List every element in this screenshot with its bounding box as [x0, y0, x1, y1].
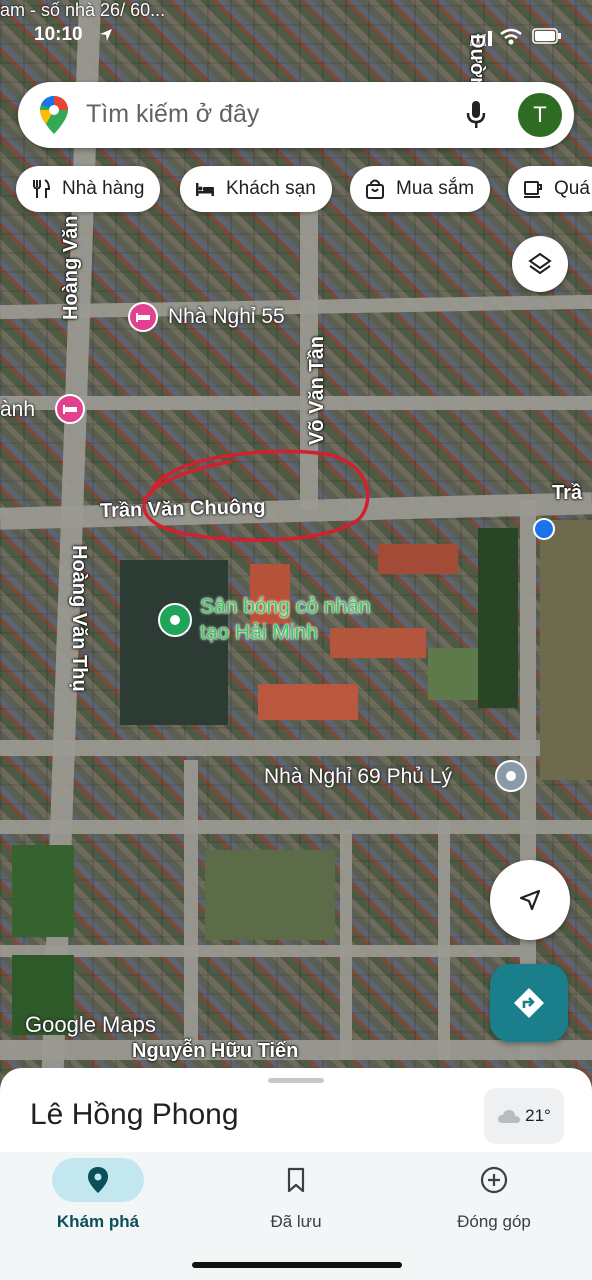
- layers-button[interactable]: [512, 236, 568, 292]
- bookmark-icon: [287, 1167, 305, 1193]
- place-pin-icon[interactable]: [495, 760, 527, 792]
- directions-icon: [514, 988, 544, 1018]
- google-maps-logo-icon: [40, 96, 68, 139]
- layers-icon: [528, 252, 552, 275]
- bottom-nav: Khám phá Đã lưu Đóng góp: [0, 1152, 592, 1280]
- google-maps-watermark: Google Maps: [25, 1012, 156, 1037]
- battery-icon: [532, 28, 562, 49]
- sheet-handle[interactable]: [268, 1078, 324, 1083]
- status-top-text: am - số nhà 26/ 60...: [0, 0, 166, 20]
- road-label-vo-van-tan: Võ Văn Tần: [306, 336, 328, 445]
- search-bar[interactable]: Tìm kiếm ở đây T: [18, 82, 574, 148]
- nav-pill: [448, 1158, 540, 1202]
- road-label-tran-right: Trầ: [552, 482, 583, 504]
- home-indicator[interactable]: [192, 1262, 402, 1268]
- hotel-pin-icon[interactable]: [55, 394, 85, 424]
- wifi-icon: [500, 28, 522, 51]
- place-label-san-bong[interactable]: Sân bóng cỏ nhân tạo Hải Minh: [200, 594, 370, 646]
- chip-hotels[interactable]: Khách sạn: [180, 166, 332, 212]
- add-circle-icon: [480, 1166, 508, 1194]
- chip-label: Khách sạn: [226, 178, 316, 199]
- chip-shopping[interactable]: Mua sắm: [350, 166, 491, 212]
- nav-explore[interactable]: Khám phá: [18, 1152, 178, 1252]
- cloud-icon: [498, 1110, 521, 1123]
- chip-restaurants[interactable]: Nhà hàng: [16, 166, 161, 212]
- cafe-icon: [524, 181, 542, 198]
- hotel-pin-icon[interactable]: [128, 302, 158, 332]
- road-label-hoang-van-thu-top: Hoàng Văn: [60, 215, 82, 320]
- chip-label: Quá: [554, 178, 590, 199]
- avatar[interactable]: T: [518, 93, 562, 137]
- nav-saved[interactable]: Đã lưu: [216, 1152, 376, 1252]
- chip-label: Nhà hàng: [62, 178, 145, 199]
- weather-badge[interactable]: 21°: [484, 1088, 564, 1144]
- place-label-nha-nghi-69[interactable]: Nhà Nghỉ 69 Phủ Lý: [264, 765, 452, 789]
- road-label-hoang-van-thu: Hoàng Văn Thụ: [68, 545, 90, 692]
- status-time: 10:10: [34, 24, 83, 45]
- hotel-icon: [196, 183, 214, 196]
- nav-pill: [250, 1158, 342, 1202]
- microphone-icon[interactable]: [466, 100, 486, 135]
- location-arrow-icon: [98, 27, 114, 48]
- explore-pin-icon: [88, 1167, 108, 1193]
- park-pin-icon[interactable]: [158, 603, 192, 637]
- nav-label: Khám phá: [56, 1212, 140, 1231]
- nav-active-pill: [52, 1158, 144, 1202]
- restaurant-icon: [33, 179, 51, 198]
- navigation-arrow-icon: [519, 889, 541, 911]
- red-circle-annotation: [142, 449, 370, 542]
- my-location-button[interactable]: [490, 860, 570, 940]
- shopping-bag-icon: [366, 179, 384, 199]
- chip-label: Mua sắm: [396, 178, 475, 199]
- chip-cafes[interactable]: Quá: [508, 166, 592, 212]
- directions-button[interactable]: [490, 964, 568, 1042]
- place-label-nha-nghi-55[interactable]: Nhà Nghỉ 55: [168, 305, 285, 329]
- place-label-anh[interactable]: ành: [0, 398, 35, 422]
- search-input[interactable]: Tìm kiếm ở đây: [86, 100, 259, 129]
- area-title: Lê Hồng Phong: [30, 1098, 239, 1131]
- nav-label: Đóng góp: [457, 1212, 531, 1231]
- bus-stop-icon[interactable]: [533, 518, 555, 540]
- nav-contribute[interactable]: Đóng góp: [414, 1152, 574, 1252]
- road-label-nguyen-huu-tien: Nguyễn Hữu Tiến: [132, 1040, 299, 1062]
- weather-temp: 21°: [525, 1106, 551, 1125]
- nav-label: Đã lưu: [270, 1212, 322, 1231]
